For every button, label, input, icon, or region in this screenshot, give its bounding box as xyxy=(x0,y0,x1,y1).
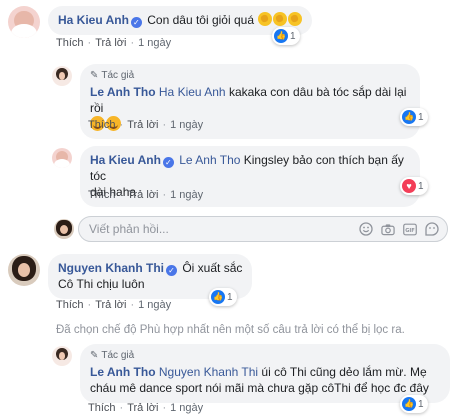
comment-actions: Thích · Trả lời · 1 ngày xyxy=(88,119,203,131)
reaction-count[interactable]: ♥ 1 xyxy=(400,177,428,195)
timestamp[interactable]: 1 ngày xyxy=(138,37,171,49)
reaction-number: 1 xyxy=(227,291,233,303)
separator: · xyxy=(119,189,124,201)
separator: · xyxy=(162,119,167,131)
comment-actions: Thích · Trả lời · 1 ngày xyxy=(88,402,203,414)
comment-text: Con dâu tôi giỏi quá xyxy=(147,13,254,27)
comment-text: cháu mê dance sport nói mãi mà chưa gặp … xyxy=(90,381,429,395)
comment-actions: Thích · Trả lời · 1 ngày xyxy=(56,299,171,311)
comment-author[interactable]: Le Anh Tho xyxy=(90,365,156,379)
like-link[interactable]: Thích xyxy=(88,402,116,414)
like-reaction-icon: 👍 xyxy=(211,290,225,304)
reaction-number: 1 xyxy=(418,180,424,192)
separator: · xyxy=(119,119,124,131)
separator: · xyxy=(119,402,124,414)
avatar[interactable] xyxy=(8,6,40,38)
reaction-count[interactable]: 👍 1 xyxy=(209,288,237,306)
comment-text: Ôi xuất sắc xyxy=(182,261,243,275)
love-reaction-icon: ♥ xyxy=(402,179,416,193)
like-reaction-icon: 👍 xyxy=(274,29,288,43)
comment-author[interactable]: Ha Kieu Anh xyxy=(58,13,129,27)
author-tag-icon: ✎ xyxy=(90,350,99,361)
reply-link[interactable]: Trả lời xyxy=(127,189,158,201)
verified-badge-icon: ✓ xyxy=(130,17,142,28)
separator: · xyxy=(87,299,92,311)
reply-link[interactable]: Trả lời xyxy=(95,299,126,311)
svg-text:GIF: GIF xyxy=(405,227,415,233)
mention-link[interactable]: Le Anh Tho xyxy=(179,153,240,167)
comment-le-anh-tho-2: ✎ Tác giả Le Anh Tho Nguyen Khanh Thi úi … xyxy=(52,344,450,403)
author-tag: ✎ Tác giả xyxy=(90,70,410,82)
reply-placeholder: Viết phản hồi... xyxy=(89,222,169,236)
comment-actions: Thích · Trả lời · 1 ngày xyxy=(56,37,171,49)
mention-link[interactable]: Nguyen Khanh Thi xyxy=(159,365,258,379)
avatar[interactable] xyxy=(52,148,72,168)
avatar[interactable] xyxy=(8,254,40,286)
separator: · xyxy=(162,402,167,414)
reply-link[interactable]: Trả lời xyxy=(127,402,158,414)
mention-link[interactable]: Ha Kieu Anh xyxy=(159,85,226,99)
separator: · xyxy=(130,37,135,49)
separator: · xyxy=(162,189,167,201)
reaction-count[interactable]: 👍 1 xyxy=(272,27,300,45)
camera-icon[interactable] xyxy=(381,222,395,236)
author-tag: ✎ Tác giả xyxy=(90,350,440,362)
comment-author[interactable]: Ha Kieu Anh xyxy=(90,153,161,167)
comment-text: úi cô Thi cũng dẻo lắm mừ. Mẹ xyxy=(261,365,427,379)
avatar[interactable] xyxy=(52,346,72,366)
clap-emoji-icon xyxy=(258,12,273,26)
current-user-avatar xyxy=(54,219,74,239)
verified-badge-icon: ✓ xyxy=(162,157,174,168)
reaction-number: 1 xyxy=(418,398,424,410)
comment-actions: Thích · Trả lời · 1 ngày xyxy=(88,189,203,201)
reply-input[interactable]: Viết phản hồi... GIF xyxy=(78,216,448,242)
reaction-count[interactable]: 👍 1 xyxy=(400,395,428,413)
gif-icon[interactable]: GIF xyxy=(403,222,417,236)
like-reaction-icon: 👍 xyxy=(402,110,416,124)
reaction-number: 1 xyxy=(418,111,424,123)
author-tag-icon: ✎ xyxy=(90,70,99,81)
avatar[interactable] xyxy=(52,66,72,86)
comment-text: Cô Thi chịu luôn xyxy=(58,277,145,291)
verified-badge-icon: ✓ xyxy=(166,265,177,276)
author-tag-label: Tác giả xyxy=(101,70,135,81)
emoji-icon[interactable] xyxy=(359,222,373,236)
like-link[interactable]: Thích xyxy=(88,119,116,131)
reaction-count[interactable]: 👍 1 xyxy=(400,108,428,126)
like-link[interactable]: Thích xyxy=(56,299,84,311)
comment-ha-kieu-anh-1: Ha Kieu Anh ✓ Con dâu tôi giỏi quá xyxy=(8,6,313,38)
sticker-icon[interactable] xyxy=(425,222,439,236)
reply-tools: GIF xyxy=(359,222,447,236)
comment-author[interactable]: Nguyen Khanh Thi xyxy=(58,261,164,275)
separator: · xyxy=(130,299,135,311)
separator: · xyxy=(87,37,92,49)
reaction-number: 1 xyxy=(290,30,296,42)
filter-notice: Đã chọn chế độ Phù hợp nhất nên một số c… xyxy=(56,324,405,336)
timestamp[interactable]: 1 ngày xyxy=(138,299,171,311)
clap-emoji-icon xyxy=(273,12,288,26)
like-reaction-icon: 👍 xyxy=(402,397,416,411)
timestamp[interactable]: 1 ngày xyxy=(170,402,203,414)
comment-author[interactable]: Le Anh Tho xyxy=(90,85,156,99)
like-link[interactable]: Thích xyxy=(56,37,84,49)
clap-emoji-icon xyxy=(288,12,303,26)
reply-link[interactable]: Trả lời xyxy=(95,37,126,49)
comment-bubble: ✎ Tác giả Le Anh Tho Nguyen Khanh Thi úi … xyxy=(80,344,450,403)
author-tag-label: Tác giả xyxy=(101,350,135,361)
timestamp[interactable]: 1 ngày xyxy=(170,189,203,201)
reply-link[interactable]: Trả lời xyxy=(127,119,158,131)
like-link[interactable]: Thích xyxy=(88,189,116,201)
timestamp[interactable]: 1 ngày xyxy=(170,119,203,131)
